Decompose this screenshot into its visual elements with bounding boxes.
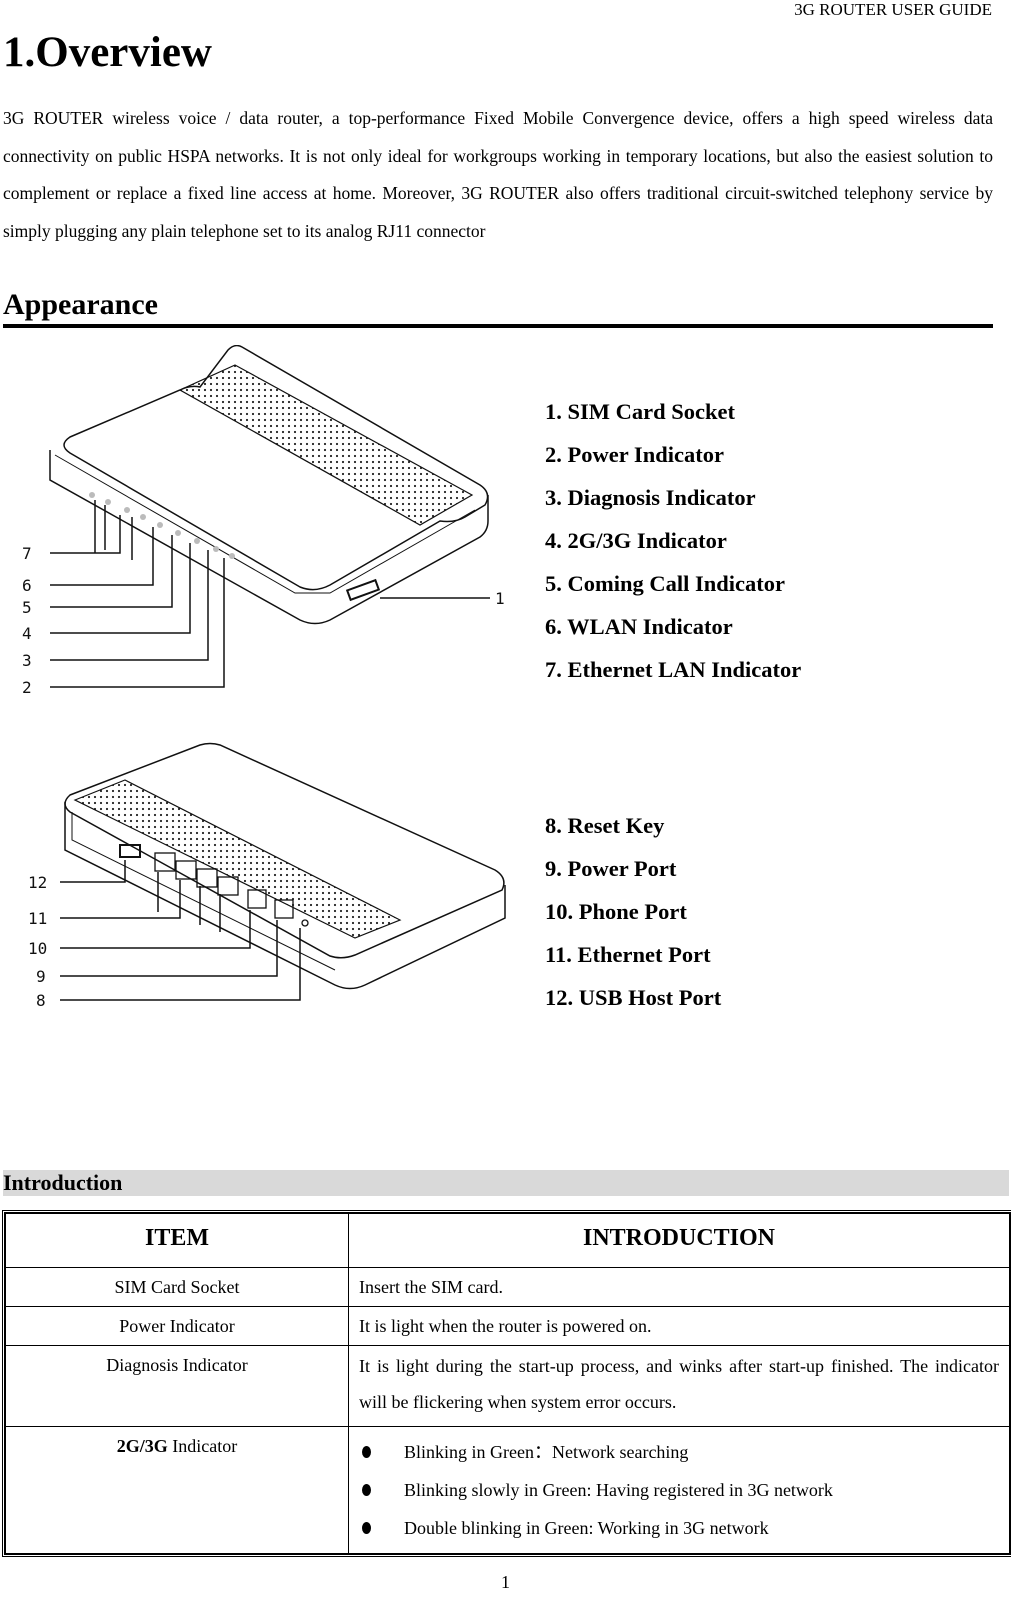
heading-rule — [3, 324, 993, 328]
item-cell: 2G/3G Indicator — [5, 1426, 349, 1554]
bullet-item: Blinking in Green：Network searching — [359, 1433, 999, 1471]
callout-9: 9 — [36, 967, 46, 986]
callout-11: 11 — [28, 909, 47, 928]
item-text: Indicator — [167, 1436, 238, 1456]
callout-6: 6 — [22, 576, 32, 595]
callout-2: 2 — [22, 678, 32, 697]
description-cell: Blinking in Green：Network searching Blin… — [348, 1426, 1010, 1554]
column-header-introduction: INTRODUCTION — [348, 1213, 1010, 1268]
router-top-surface — [63, 345, 489, 591]
legend-item: 7. Ethernet LAN Indicator — [545, 657, 802, 682]
bullet-item: Blinking slowly in Green: Having registe… — [359, 1471, 999, 1509]
item-bold-text: 2G/3G — [116, 1436, 168, 1456]
bullet-icon — [362, 1484, 371, 1496]
back-legend: 8. Reset Key 9. Power Port 10. Phone Por… — [545, 804, 721, 1019]
bullet-text: Blinking in Green：Network searching — [404, 1442, 689, 1462]
appearance-heading: Appearance — [3, 288, 158, 321]
legend-item: 9. Power Port — [545, 856, 677, 881]
bullet-icon — [362, 1522, 371, 1534]
front-legend: 1. SIM Card Socket 2. Power Indicator 3.… — [545, 390, 801, 691]
introduction-table: ITEM INTRODUCTION SIM Card Socket Insert… — [2, 1210, 1011, 1557]
callout-1: 1 — [495, 589, 505, 608]
description-cell: It is light during the start-up process,… — [348, 1345, 1010, 1427]
column-header-item: ITEM — [5, 1213, 349, 1268]
router-front-illustration: 7 6 5 4 3 2 1 — [22, 345, 505, 697]
overview-heading: 1.Overview — [3, 29, 212, 76]
introduction-heading-bar: Introduction — [3, 1170, 1009, 1196]
description-cell: Insert the SIM card. — [348, 1267, 1010, 1307]
legend-item: 1. SIM Card Socket — [545, 399, 735, 424]
table-row: 2G/3G Indicator Blinking in Green：Networ… — [5, 1426, 1010, 1554]
callout-3: 3 — [22, 651, 32, 670]
router-back-illustration: 12 11 10 9 8 — [28, 742, 506, 1010]
callout-5: 5 — [22, 598, 32, 617]
bullet-text: Double blinking in Green: Working in 3G … — [404, 1518, 769, 1538]
item-cell: SIM Card Socket — [5, 1267, 349, 1307]
callout-12: 12 — [28, 873, 47, 892]
bullet-icon — [362, 1446, 371, 1458]
overview-paragraph: 3G ROUTER wireless voice / data router, … — [3, 108, 993, 241]
callout-7: 7 — [22, 544, 32, 563]
introduction-heading: Introduction — [3, 1170, 123, 1195]
bullet-text: Blinking slowly in Green: Having registe… — [404, 1480, 833, 1500]
item-cell: Power Indicator — [5, 1306, 349, 1346]
table-header-row: ITEM INTRODUCTION — [5, 1213, 1010, 1268]
item-cell: Diagnosis Indicator — [5, 1345, 349, 1427]
page-number: 1 — [501, 1572, 510, 1592]
legend-item: 8. Reset Key — [545, 813, 665, 838]
legend-item: 2. Power Indicator — [545, 442, 724, 467]
description-cell: It is light when the router is powered o… — [348, 1306, 1010, 1346]
sim-slot — [345, 578, 381, 602]
callout-10: 10 — [28, 939, 47, 958]
legend-item: 12. USB Host Port — [545, 985, 722, 1010]
legend-item: 5. Coming Call Indicator — [545, 571, 786, 596]
legend-item: 11. Ethernet Port — [545, 942, 711, 967]
legend-item: 6. WLAN Indicator — [545, 614, 733, 639]
table-row: Power Indicator It is light when the rou… — [5, 1306, 1010, 1346]
table-row: Diagnosis Indicator It is light during t… — [5, 1345, 1010, 1427]
legend-item: 3. Diagnosis Indicator — [545, 485, 756, 510]
router-top-surface — [64, 742, 505, 959]
bullet-item: Double blinking in Green: Working in 3G … — [359, 1509, 999, 1547]
callout-8: 8 — [36, 991, 46, 1010]
callout-4: 4 — [22, 624, 32, 643]
table-row: SIM Card Socket Insert the SIM card. — [5, 1267, 1010, 1307]
legend-item: 4. 2G/3G Indicator — [545, 528, 727, 553]
status-bullet-list: Blinking in Green：Network searching Blin… — [359, 1433, 999, 1547]
legend-item: 10. Phone Port — [545, 899, 687, 924]
running-header: 3G ROUTER USER GUIDE — [794, 0, 992, 19]
